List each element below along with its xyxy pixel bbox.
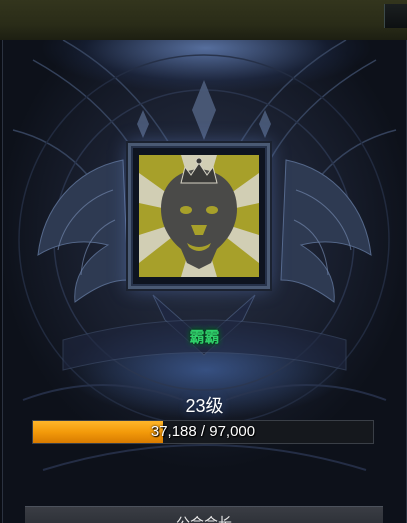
- experience-bar: 37,188 / 97,000: [32, 420, 374, 444]
- experience-text: 37,188 / 97,000: [150, 423, 256, 440]
- window-corner-control[interactable]: [384, 4, 407, 28]
- guild-level: 23级: [185, 396, 224, 416]
- guild-panel: 霸霸 23级 37,188 / 97,000 公会会长: [2, 40, 407, 523]
- guild-emblem: [139, 155, 259, 277]
- top-background: [0, 0, 407, 40]
- guild-emblem-frame: [128, 143, 270, 289]
- guild-name: 霸霸: [189, 329, 220, 346]
- section-label: 公会会长: [176, 515, 232, 523]
- section-header: 公会会长: [25, 506, 383, 523]
- lion-crown-icon: [139, 155, 259, 277]
